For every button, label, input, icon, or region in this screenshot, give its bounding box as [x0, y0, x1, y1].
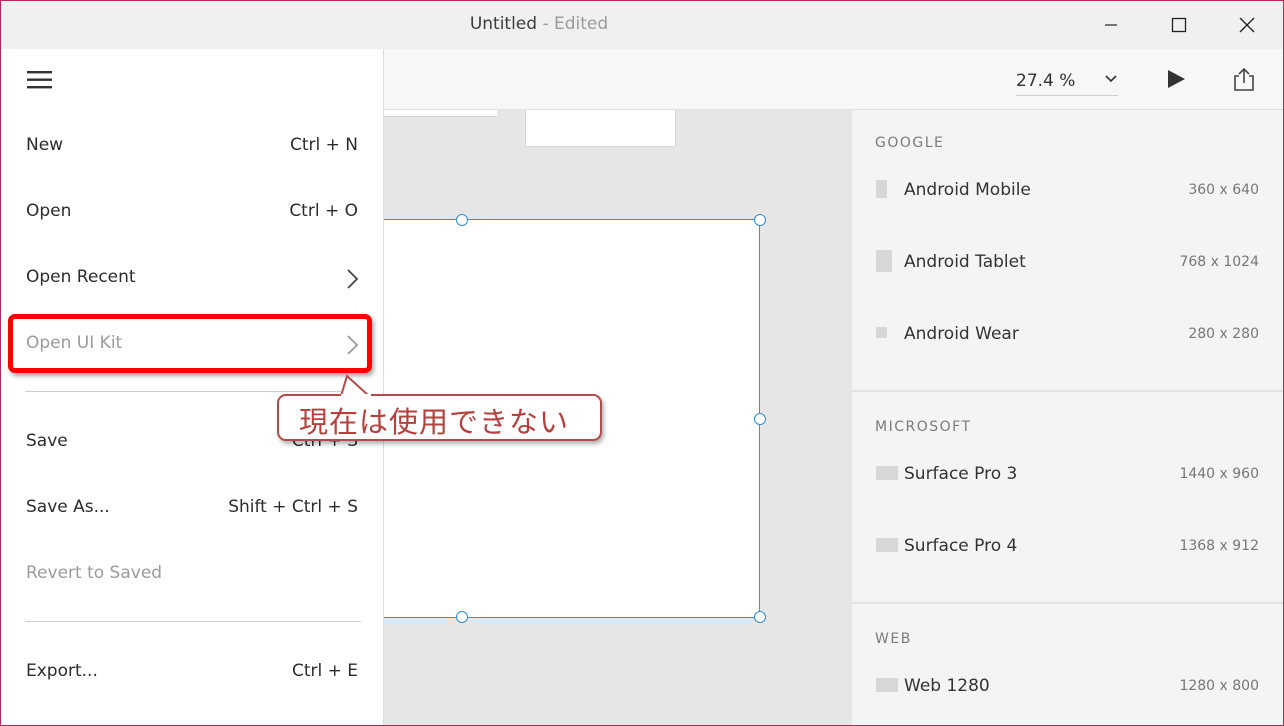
menu-item-open-recent[interactable]: Open Recent — [1, 259, 383, 299]
menu-item-shortcut: Ctrl + O — [289, 201, 358, 221]
preset-name: Surface Pro 3 — [904, 464, 1018, 484]
preset-size: 1368 x 912 — [1179, 538, 1259, 554]
laptop-icon — [876, 538, 898, 552]
share-icon — [1234, 67, 1254, 91]
preset-size: 360 x 640 — [1188, 182, 1259, 198]
preset-android-wear[interactable]: Android Wear 280 x 280 — [852, 320, 1283, 350]
menu-item-label: Open — [26, 201, 72, 221]
artboard-partial[interactable] — [525, 110, 676, 147]
preset-name: Android Mobile — [904, 180, 1031, 200]
preset-size: 1440 x 960 — [1179, 466, 1259, 482]
section-title: WEB — [875, 631, 912, 647]
menu-item-export[interactable]: Export... Ctrl + E — [1, 653, 383, 693]
zoom-dropdown[interactable]: 27.4 % — [1016, 69, 1118, 96]
maximize-icon — [1171, 17, 1187, 33]
laptop-icon — [876, 466, 898, 480]
hamburger-button[interactable] — [27, 70, 53, 94]
tablet-icon — [876, 250, 892, 272]
artboard-presets-panel: GOOGLE Android Mobile 360 x 640 Android … — [852, 110, 1283, 725]
menu-item-label: Save — [26, 431, 68, 451]
title-bar: Untitled - Edited — [1, 1, 1283, 49]
app-window: Untitled - Edited 27.4 % GOOGLE Android … — [0, 0, 1284, 726]
desktop-icon — [876, 678, 898, 692]
menu-item-revert-to-saved[interactable]: Revert to Saved — [1, 555, 383, 595]
preset-surface-pro-4[interactable]: Surface Pro 4 1368 x 912 — [852, 532, 1283, 562]
annotation-text: 現在は使用できない — [299, 405, 570, 439]
menu-item-save-as[interactable]: Save As... Shift + Ctrl + S — [1, 489, 383, 529]
artboard-partial[interactable] — [384, 110, 497, 117]
menu-item-label: New — [26, 135, 64, 155]
preset-size: 280 x 280 — [1188, 326, 1259, 342]
resize-handle[interactable] — [754, 413, 766, 425]
menu-item-label: Save As... — [26, 497, 110, 517]
highlight-box — [8, 314, 372, 373]
minimize-button[interactable] — [1077, 1, 1145, 49]
preset-name: Web 1280 — [904, 676, 990, 696]
menu-item-label: Export... — [26, 661, 98, 681]
preview-play-button[interactable] — [1162, 65, 1190, 93]
document-name: Untitled — [469, 14, 538, 34]
preset-android-mobile[interactable]: Android Mobile 360 x 640 — [852, 176, 1283, 206]
preset-surface-pro-3[interactable]: Surface Pro 3 1440 x 960 — [852, 460, 1283, 490]
menu-item-shortcut: Shift + Ctrl + S — [228, 497, 358, 517]
resize-handle[interactable] — [456, 611, 468, 623]
preset-size: 1280 x 800 — [1179, 678, 1259, 694]
chevron-right-icon — [347, 269, 359, 289]
menu-separator — [25, 391, 361, 392]
resize-handle[interactable] — [456, 214, 468, 226]
resize-handle[interactable] — [754, 611, 766, 623]
section-divider — [852, 602, 1283, 604]
menu-item-new[interactable]: New Ctrl + N — [1, 127, 383, 167]
callout-tail-mask — [341, 394, 371, 398]
phone-icon — [876, 180, 887, 198]
preset-web-1280[interactable]: Web 1280 1280 x 800 — [852, 672, 1283, 702]
close-icon — [1239, 17, 1255, 33]
window-title: Untitled - Edited — [1, 14, 1077, 34]
minimize-icon — [1105, 24, 1117, 26]
maximize-button[interactable] — [1145, 1, 1213, 49]
play-icon — [1168, 70, 1185, 88]
annotation-callout: 現在は使用できない — [277, 394, 602, 441]
preset-name: Android Wear — [904, 324, 1019, 344]
resize-handle[interactable] — [754, 214, 766, 226]
menu-item-label: Open Recent — [26, 267, 136, 287]
watch-icon — [876, 327, 887, 338]
section-title: GOOGLE — [875, 135, 945, 151]
hamburger-icon — [27, 71, 52, 89]
toolbar: 27.4 % — [384, 49, 1283, 110]
menu-item-shortcut: Ctrl + N — [289, 135, 358, 155]
section-divider — [852, 390, 1283, 392]
file-menu-panel: New Ctrl + N Open Ctrl + O Open Recent O… — [1, 49, 384, 725]
preset-name: Surface Pro 4 — [904, 536, 1018, 556]
preset-name: Android Tablet — [904, 252, 1026, 272]
menu-item-open[interactable]: Open Ctrl + O — [1, 193, 383, 233]
preset-android-tablet[interactable]: Android Tablet 768 x 1024 — [852, 248, 1283, 278]
share-button[interactable] — [1230, 65, 1258, 93]
edited-status: - Edited — [537, 14, 609, 34]
preset-size: 768 x 1024 — [1179, 254, 1259, 270]
section-title: MICROSOFT — [875, 419, 972, 435]
zoom-value: 27.4 % — [1016, 71, 1076, 91]
menu-item-label: Revert to Saved — [26, 563, 163, 583]
chevron-down-icon — [1105, 75, 1117, 83]
close-button[interactable] — [1213, 1, 1281, 49]
menu-separator — [25, 621, 361, 622]
menu-item-shortcut: Ctrl + E — [291, 661, 358, 681]
